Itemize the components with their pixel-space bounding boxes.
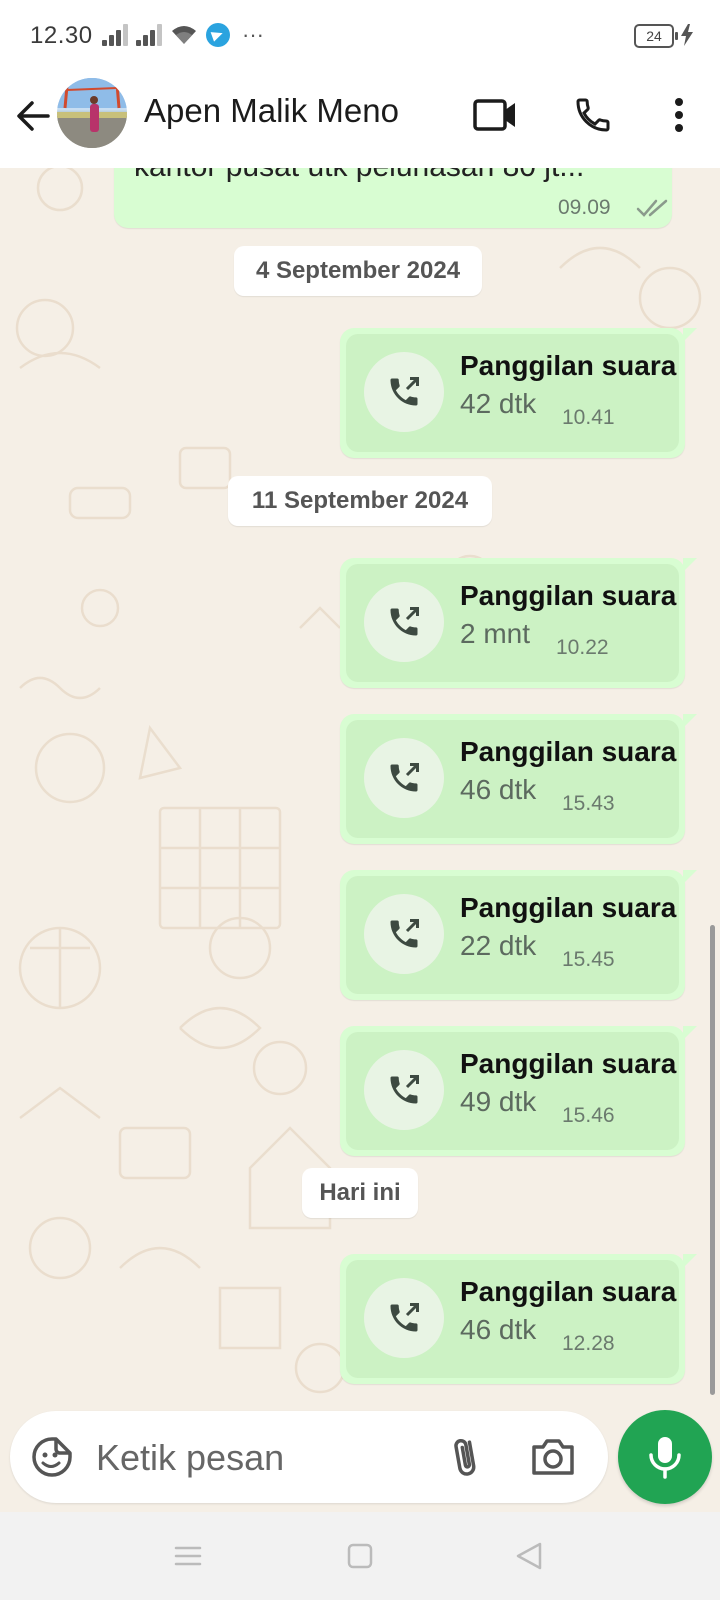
message-time: 09.09 (558, 196, 611, 219)
call-title: Panggilan suara (460, 350, 677, 381)
date-divider: 11 September 2024 (228, 476, 492, 526)
message-text: kantor pusat utk pelunasan 80 jt... (134, 168, 584, 184)
back-icon[interactable] (512, 1540, 548, 1572)
call-bubble[interactable]: Panggilan suara 2 mnt 10.22 (340, 558, 697, 688)
date-divider: 4 September 2024 (234, 246, 482, 296)
status-icons: ··· (102, 20, 264, 50)
mic-icon (649, 1437, 681, 1479)
battery-icon: 24 (634, 24, 678, 48)
call-card: Panggilan suara 49 dtk 15.46 (346, 1032, 679, 1150)
call-bubble[interactable]: Panggilan suara 22 dtk 15.45 (340, 870, 697, 1000)
call-time: 10.22 (556, 636, 609, 659)
call-card: Panggilan suara 42 dtk 10.41 (346, 334, 679, 452)
home-icon[interactable] (342, 1540, 378, 1572)
call-title: Panggilan suara (460, 736, 677, 767)
outgoing-call-icon (364, 738, 444, 818)
signal-icon (136, 24, 162, 46)
chat-messages[interactable]: kantor pusat utk pelunasan 80 jt... 09.0… (0, 168, 720, 1412)
call-bubble[interactable]: Panggilan suara 46 dtk 15.43 (340, 714, 697, 844)
message-composer (10, 1411, 608, 1503)
call-card: Panggilan suara 22 dtk 15.45 (346, 876, 679, 994)
outgoing-call-icon (364, 1050, 444, 1130)
call-card: Panggilan suara 2 mnt 10.22 (346, 564, 679, 682)
call-bubble[interactable]: Panggilan suara 42 dtk 10.41 (340, 328, 697, 458)
call-duration: 22 dtk (460, 930, 537, 961)
outgoing-call-icon (364, 352, 444, 432)
call-duration: 42 dtk (460, 388, 537, 419)
chat-header: Apen Malik Meno (0, 70, 720, 168)
call-time: 15.43 (562, 792, 615, 815)
contact-name[interactable]: Apen Malik Meno (144, 92, 399, 130)
status-bar: 12.30 ··· 24 (0, 0, 720, 70)
system-nav-bar (0, 1512, 720, 1600)
telegram-icon (206, 23, 230, 47)
message-input[interactable] (94, 1433, 428, 1483)
call-card: Panggilan suara 46 dtk 12.28 (346, 1260, 679, 1378)
attach-icon[interactable] (444, 1433, 488, 1481)
call-duration: 46 dtk (460, 1314, 537, 1345)
voice-call-icon (576, 98, 610, 132)
back-arrow-icon[interactable] (12, 94, 56, 138)
video-call-icon (473, 99, 515, 131)
signal-icon (102, 24, 128, 46)
voice-call-button[interactable] (568, 90, 618, 140)
read-ticks-icon (636, 199, 668, 217)
call-bubble[interactable]: Panggilan suara 49 dtk 15.46 (340, 1026, 697, 1156)
call-duration: 46 dtk (460, 774, 537, 805)
chat-scrollbar[interactable] (710, 925, 715, 1395)
call-duration: 2 mnt (460, 618, 531, 649)
outgoing-call-icon (364, 582, 444, 662)
more-vert-icon (675, 98, 683, 132)
video-call-button[interactable] (470, 90, 520, 140)
wifi-icon (172, 26, 196, 44)
call-duration: 49 dtk (460, 1086, 537, 1117)
call-title: Panggilan suara (460, 580, 677, 611)
call-title: Panggilan suara (460, 892, 677, 923)
call-bubble[interactable]: Panggilan suara 46 dtk 12.28 (340, 1254, 697, 1384)
menu-icon[interactable] (170, 1540, 206, 1572)
charging-icon (681, 24, 693, 46)
status-time: 12.30 (30, 22, 93, 49)
call-time: 15.46 (562, 1104, 615, 1127)
call-time: 12.28 (562, 1332, 615, 1355)
date-divider: Hari ini (302, 1168, 418, 1218)
voice-record-button[interactable] (618, 1410, 712, 1504)
outgoing-call-icon (364, 1278, 444, 1358)
more-options-button[interactable] (654, 90, 704, 140)
sticker-icon[interactable] (30, 1435, 74, 1479)
camera-icon[interactable] (530, 1435, 576, 1479)
call-title: Panggilan suara (460, 1276, 677, 1307)
more-notifications-icon: ··· (242, 22, 264, 47)
outgoing-call-icon (364, 894, 444, 974)
call-time: 15.45 (562, 948, 615, 971)
message-bubble[interactable]: kantor pusat utk pelunasan 80 jt... 09.0… (114, 168, 672, 228)
call-time: 10.41 (562, 406, 615, 429)
avatar-photo (57, 78, 127, 148)
call-title: Panggilan suara (460, 1048, 677, 1079)
avatar[interactable] (57, 78, 127, 148)
call-card: Panggilan suara 46 dtk 15.43 (346, 720, 679, 838)
